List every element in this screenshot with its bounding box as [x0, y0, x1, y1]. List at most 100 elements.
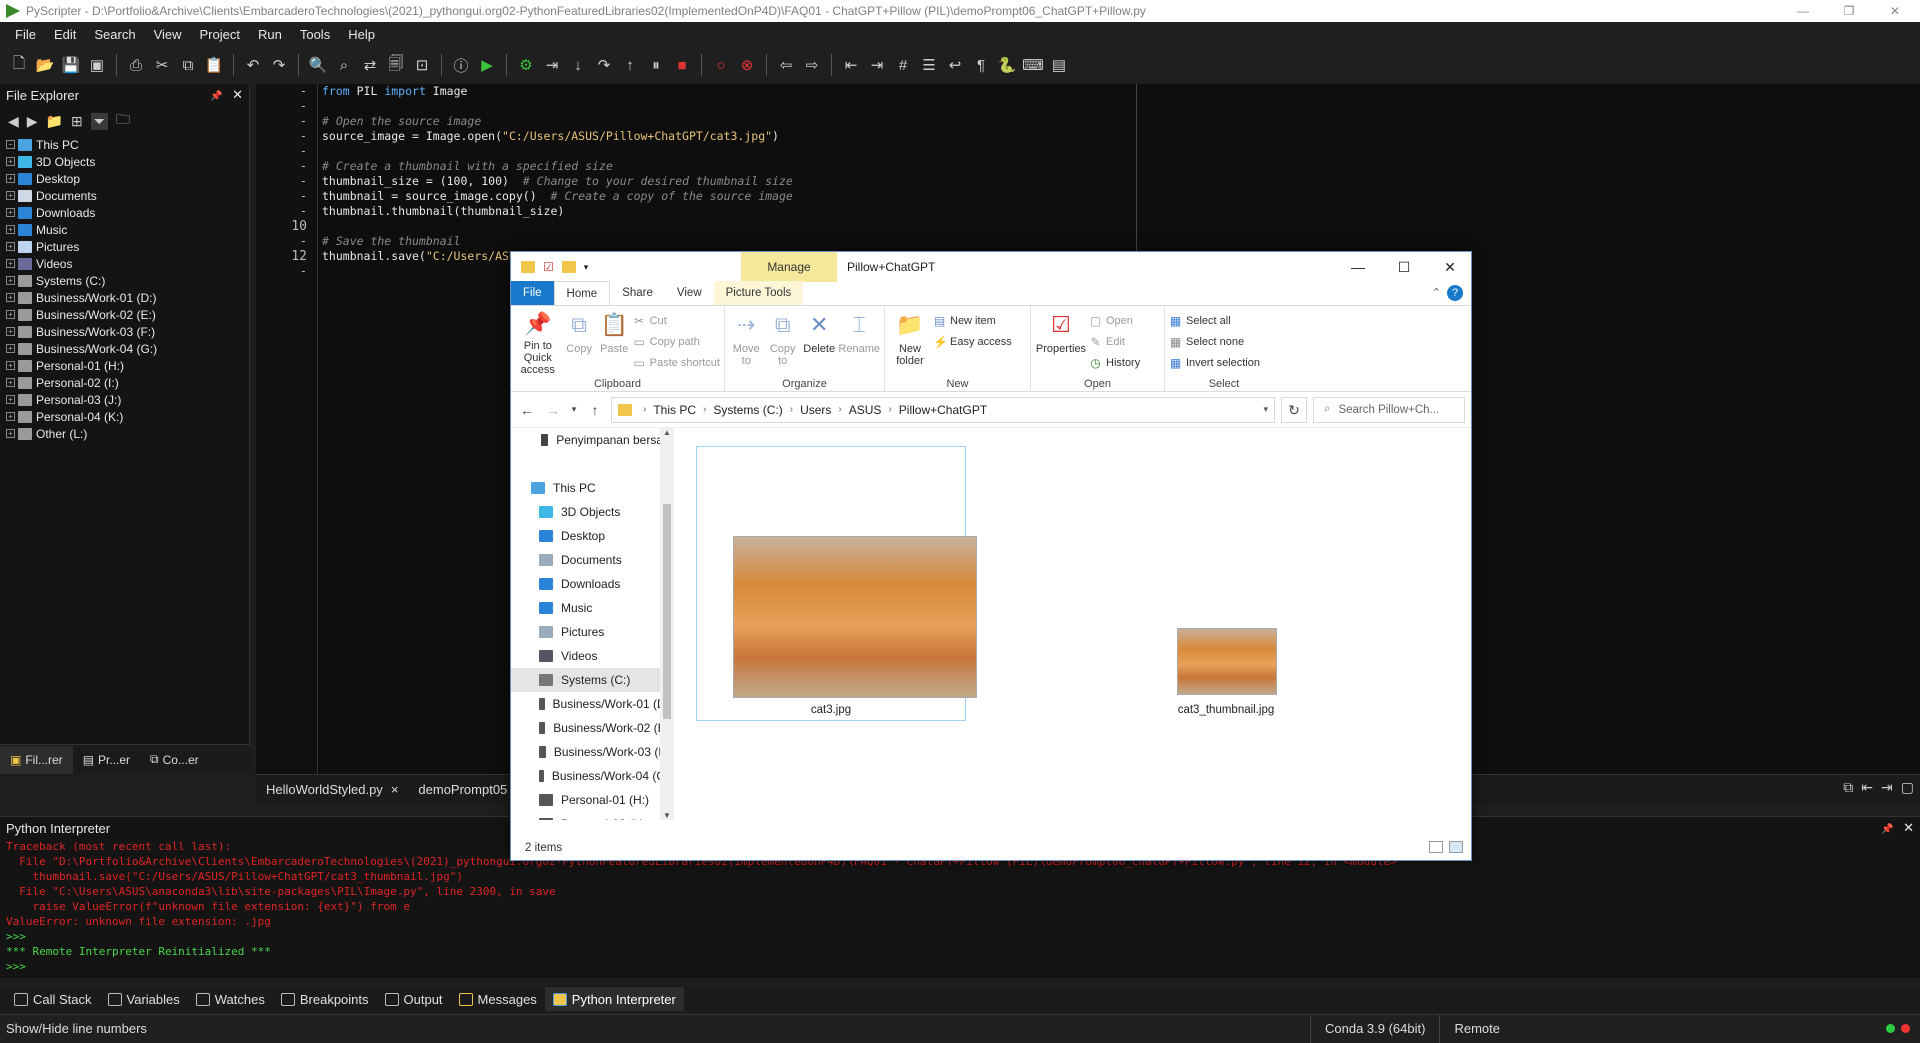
breadcrumb-pillow-chatgpt[interactable]: Pillow+ChatGPT — [899, 403, 987, 417]
large-icons-view-icon[interactable] — [1449, 841, 1463, 853]
expand-icon[interactable]: + — [6, 378, 15, 387]
tab-file[interactable]: File — [511, 281, 554, 305]
menu-tools[interactable]: Tools — [291, 27, 339, 42]
chevron-right-icon[interactable]: › — [643, 404, 646, 415]
tab-share[interactable]: Share — [610, 281, 665, 305]
explore-icon[interactable]: 🗀 — [116, 109, 130, 133]
manage-contextual-tab[interactable]: Manage — [741, 252, 837, 282]
select-all-button[interactable]: ▦ Select all — [1169, 312, 1260, 330]
back-icon[interactable]: ◀ — [8, 113, 19, 130]
expand-icon[interactable]: + — [6, 259, 15, 268]
expand-icon[interactable]: + — [6, 361, 15, 370]
interpreter-mode[interactable]: Remote — [1439, 1014, 1514, 1043]
pin-icon[interactable]: 📌 — [210, 91, 222, 102]
save-all-icon[interactable]: ▣ — [86, 54, 108, 76]
explorer-minimize-button[interactable]: — — [1335, 252, 1381, 282]
history-button[interactable]: ◷ History — [1089, 354, 1140, 372]
nav-item[interactable]: Business/Work-03 (F:) — [511, 740, 673, 764]
tree-item[interactable]: + Business/Work-02 (E:) — [6, 306, 249, 323]
menu-run[interactable]: Run — [249, 27, 291, 42]
rename-button[interactable]: ⌶ Rename — [838, 310, 880, 376]
nav-item[interactable]: Penyimpanan bersam — [511, 428, 673, 452]
menu-file[interactable]: File — [6, 27, 45, 42]
details-view-icon[interactable] — [1429, 841, 1443, 853]
tab-demoprompt05[interactable]: demoPrompt05 — [408, 782, 517, 797]
run-to-cursor-icon[interactable]: ⇥ — [541, 54, 563, 76]
tab-file-explorer[interactable]: ▣ Fil...rer — [0, 745, 73, 774]
tab-messages[interactable]: Messages — [451, 987, 545, 1011]
close-button[interactable]: ✕ — [1872, 0, 1918, 22]
tab-breakpoints[interactable]: Breakpoints — [273, 987, 377, 1011]
tree-item[interactable]: + Systems (C:) — [6, 272, 249, 289]
tree-item[interactable]: + Personal-02 (I:) — [6, 374, 249, 391]
nav-item[interactable]: Documents — [511, 548, 673, 572]
expand-icon[interactable]: + — [6, 412, 15, 421]
expand-icon[interactable]: + — [6, 191, 15, 200]
menu-search[interactable]: Search — [85, 27, 144, 42]
toggle-breakpoint-icon[interactable]: ○ — [710, 54, 732, 76]
export-icon[interactable]: ⇥ — [1881, 779, 1893, 796]
goto-icon[interactable]: ⊡ — [411, 54, 433, 76]
forward-arrow-icon[interactable]: → — [543, 402, 563, 418]
expand-icon[interactable]: + — [6, 208, 15, 217]
tree-item[interactable]: − This PC — [6, 136, 249, 153]
forward-icon[interactable]: ⇨ — [801, 54, 823, 76]
move-to-button[interactable]: ⇢ Move to — [729, 310, 763, 376]
debug-icon[interactable]: ⚙ — [515, 54, 537, 76]
breadcrumb-asus[interactable]: ASUS — [849, 403, 882, 417]
scroll-down-icon[interactable]: ▼ — [663, 811, 671, 820]
tree-item[interactable]: + Personal-03 (J:) — [6, 391, 249, 408]
stop-icon[interactable]: ■ — [671, 54, 693, 76]
tab-picture-tools[interactable]: Picture Tools — [713, 281, 804, 305]
recent-dropdown-icon[interactable]: ▾ — [569, 404, 579, 415]
delete-button[interactable]: ✕ Delete — [802, 310, 836, 376]
paste-shortcut-button[interactable]: ▭ Paste shortcut — [633, 354, 721, 372]
menu-view[interactable]: View — [145, 27, 191, 42]
indent-icon[interactable]: ⇤ — [840, 54, 862, 76]
cat3-thumbnail-small-image[interactable] — [1177, 628, 1277, 695]
chevron-right-icon[interactable]: › — [703, 404, 706, 415]
back-arrow-icon[interactable]: ← — [517, 402, 537, 418]
invert-selection-button[interactable]: ▦ Invert selection — [1169, 354, 1260, 372]
nav-item[interactable]: Videos — [511, 644, 673, 668]
pilcrow-icon[interactable]: ¶ — [970, 54, 992, 76]
new-file-icon[interactable]: 🗋 — [8, 54, 30, 76]
collapse-icon[interactable]: − — [6, 140, 15, 149]
address-bar[interactable]: › This PC › Systems (C:) › Users › ASUS … — [611, 396, 1275, 423]
tree-item[interactable]: + Other (L:) — [6, 425, 249, 442]
clear-breakpoints-icon[interactable]: ⊗ — [736, 54, 758, 76]
tree-item[interactable]: + Business/Work-04 (G:) — [6, 340, 249, 357]
replace-icon[interactable]: ⇄ — [359, 54, 381, 76]
refresh-icon[interactable]: ↻ — [1281, 396, 1307, 423]
new-folder-icon[interactable] — [561, 261, 576, 273]
expand-icon[interactable]: + — [6, 293, 15, 302]
help-icon[interactable]: ? — [1447, 285, 1463, 301]
back-icon[interactable]: ⇦ — [775, 54, 797, 76]
tab-code-explorer[interactable]: ⧉ Co...er — [140, 746, 209, 774]
pin-to-quick-access-button[interactable]: 📌 Pin to Quick access — [515, 310, 561, 376]
window-icon[interactable]: ▢ — [1901, 779, 1914, 796]
find-in-files-icon[interactable]: 🗐 — [385, 54, 407, 76]
search-box[interactable]: ⌕ Search Pillow+Ch... — [1313, 396, 1465, 423]
list-icon[interactable]: ☰ — [918, 54, 940, 76]
tab-project-explorer[interactable]: ▤ Pr...er — [73, 746, 140, 774]
nav-item[interactable]: Personal-02 (I:) — [511, 812, 673, 820]
chevron-right-icon[interactable]: › — [790, 404, 793, 415]
breadcrumb-this-pc[interactable]: This PC — [653, 403, 696, 417]
import-icon[interactable]: ⇤ — [1861, 779, 1873, 796]
copy-path-button[interactable]: ▭ Copy path — [633, 333, 720, 351]
dedent-icon[interactable]: ⇥ — [866, 54, 888, 76]
expand-icon[interactable]: + — [6, 174, 15, 183]
python-icon[interactable]: 🐍 — [996, 54, 1018, 76]
easy-access-button[interactable]: ⚡ Easy access — [933, 333, 1012, 351]
nav-item[interactable]: 3D Objects — [511, 500, 673, 524]
run-icon[interactable]: ▶ — [476, 54, 498, 76]
comment-icon[interactable]: # — [892, 54, 914, 76]
close-pane-icon[interactable]: ✕ — [1903, 820, 1914, 835]
edit-button[interactable]: ✎ Edit — [1089, 333, 1140, 351]
expand-icon[interactable]: + — [6, 395, 15, 404]
expand-icon[interactable]: + — [6, 344, 15, 353]
nav-item[interactable]: This PC — [511, 476, 673, 500]
collapse-ribbon-icon[interactable]: ⌃ — [1432, 286, 1441, 299]
up-arrow-icon[interactable]: ↑ — [585, 402, 605, 418]
